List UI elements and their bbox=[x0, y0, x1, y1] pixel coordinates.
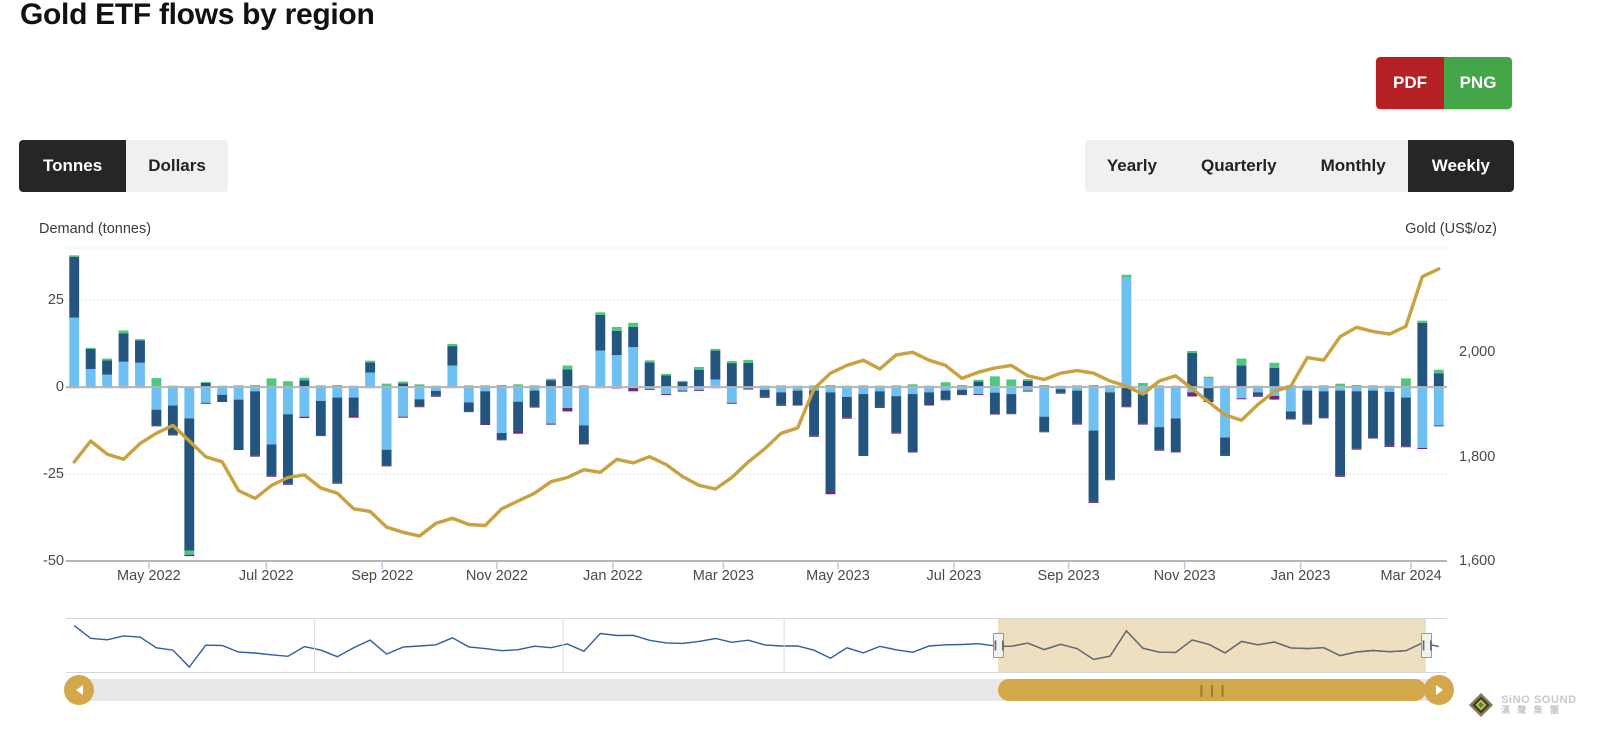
x-tick-label: Mar 2023 bbox=[693, 568, 754, 584]
x-tick-label: Jan 2023 bbox=[1271, 568, 1331, 584]
export-button-group: PDF PNG bbox=[1376, 57, 1512, 109]
x-tick-label: Jul 2023 bbox=[927, 568, 982, 584]
y-tick-right: 1,600 bbox=[1459, 553, 1495, 569]
navigator-handle-right[interactable]: ❙❙ bbox=[1421, 633, 1432, 658]
y-tick-left: 25 bbox=[48, 292, 64, 308]
x-tick-label: Mar 2024 bbox=[1380, 568, 1441, 584]
x-tick-label: Jul 2022 bbox=[239, 568, 294, 584]
y-tick-right: 2,000 bbox=[1459, 344, 1495, 360]
logo: SiNO SOUND 漢 聲 集 團 bbox=[1468, 692, 1577, 718]
chevron-right-icon bbox=[1436, 685, 1443, 695]
chart-plot bbox=[0, 210, 1600, 605]
chevron-left-icon bbox=[76, 685, 83, 695]
scrollbar-thumb[interactable]: ❙❙❙ bbox=[998, 679, 1426, 701]
handle-grip-icon: ❙❙ bbox=[991, 641, 1006, 651]
y-tick-left: 0 bbox=[56, 379, 64, 395]
tab-dollars[interactable]: Dollars bbox=[126, 140, 228, 192]
x-tick-label: Sep 2023 bbox=[1038, 568, 1100, 584]
y-tick-left: -50 bbox=[43, 553, 64, 569]
export-png-button[interactable]: PNG bbox=[1444, 57, 1512, 109]
grip-icon: ❙❙❙ bbox=[1196, 683, 1228, 697]
chart-navigator[interactable]: ❙❙ ❙❙ ❙❙❙ bbox=[0, 608, 1600, 708]
scroll-left-button[interactable] bbox=[64, 675, 94, 705]
x-tick-label: Nov 2023 bbox=[1154, 568, 1216, 584]
y-axis-title-right: Gold (US$/oz) bbox=[1405, 221, 1497, 237]
y-axis-title-left: Demand (tonnes) bbox=[39, 221, 151, 237]
x-tick-label: Sep 2022 bbox=[351, 568, 413, 584]
y-tick-right: 1,800 bbox=[1459, 449, 1495, 465]
page-title: Gold ETF flows by region bbox=[20, 0, 374, 32]
tab-quarterly[interactable]: Quarterly bbox=[1179, 140, 1299, 192]
y-tick-left: -25 bbox=[43, 466, 64, 482]
tab-weekly[interactable]: Weekly bbox=[1408, 140, 1514, 192]
tab-monthly[interactable]: Monthly bbox=[1299, 140, 1408, 192]
logo-line-2: 漢 聲 集 團 bbox=[1501, 706, 1577, 715]
unit-toggle-group: Tonnes Dollars bbox=[19, 140, 228, 192]
tab-yearly[interactable]: Yearly bbox=[1085, 140, 1179, 192]
x-tick-label: May 2023 bbox=[806, 568, 870, 584]
sino-sound-diamond-icon bbox=[1468, 692, 1494, 718]
export-pdf-button[interactable]: PDF bbox=[1376, 57, 1444, 109]
chart-container: Demand (tonnes) Gold (US$/oz) 250-25-50 … bbox=[0, 210, 1600, 605]
handle-grip-icon: ❙❙ bbox=[1419, 641, 1434, 651]
x-tick-label: Jan 2022 bbox=[583, 568, 643, 584]
x-tick-label: Nov 2022 bbox=[466, 568, 528, 584]
period-toggle-group: Yearly Quarterly Monthly Weekly bbox=[1085, 140, 1514, 192]
scroll-right-button[interactable] bbox=[1424, 675, 1454, 705]
navigator-handle-left[interactable]: ❙❙ bbox=[993, 633, 1004, 658]
x-tick-label: May 2022 bbox=[117, 568, 181, 584]
tab-tonnes[interactable]: Tonnes bbox=[19, 140, 126, 192]
